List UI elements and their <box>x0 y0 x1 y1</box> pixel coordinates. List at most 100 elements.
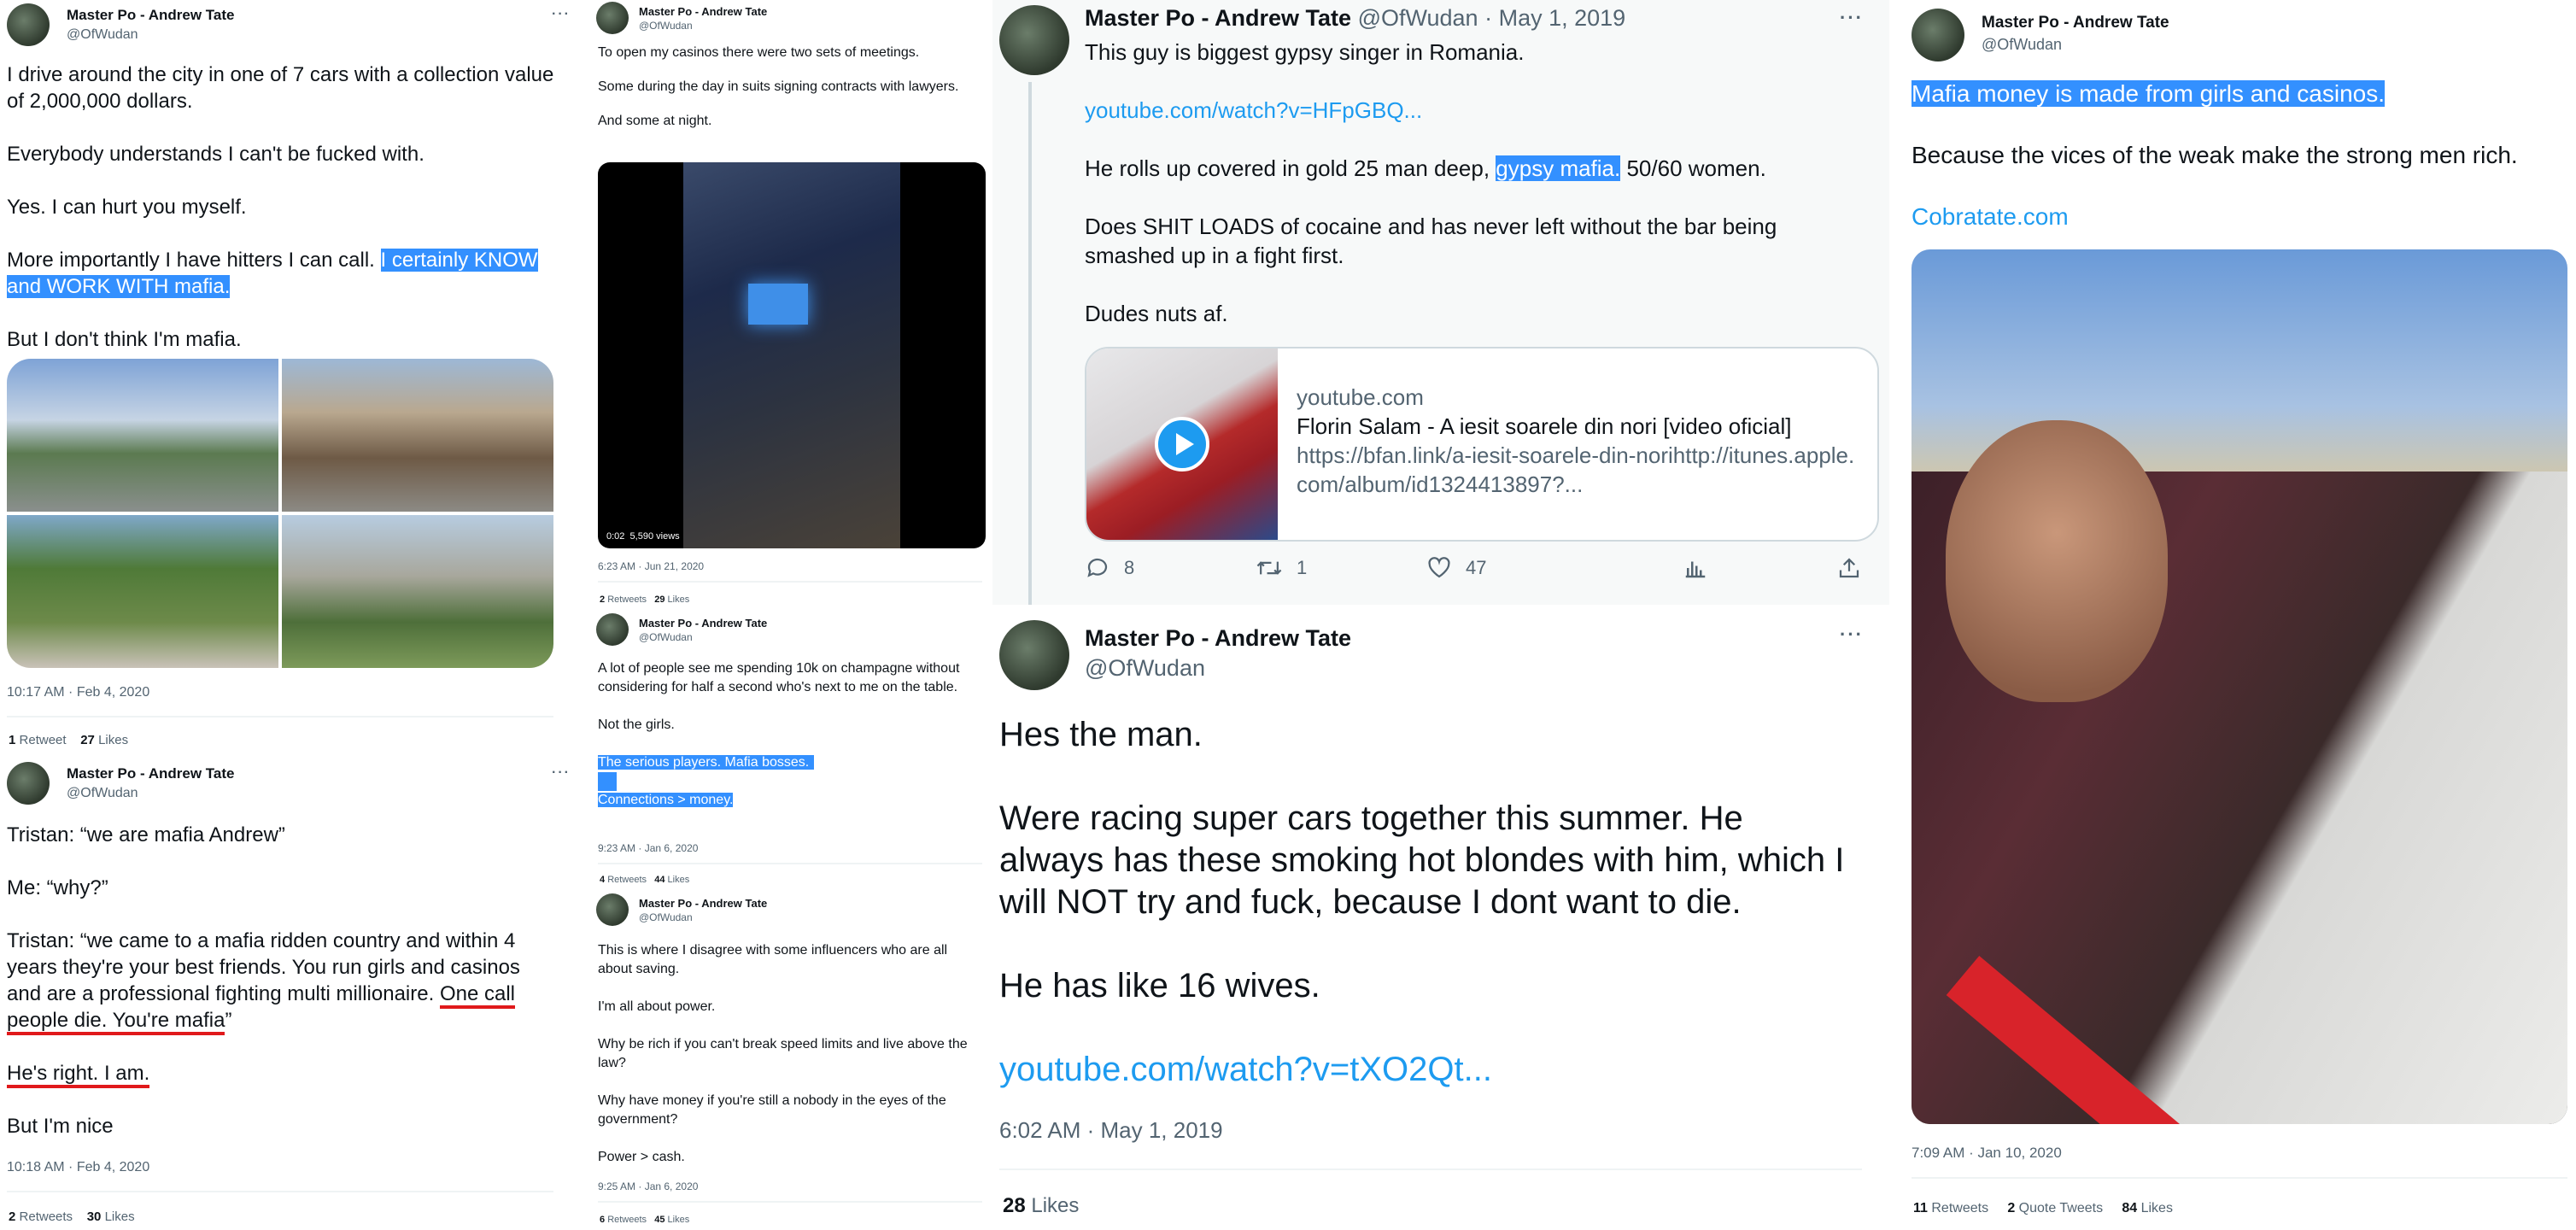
reply-action[interactable]: 8 <box>1085 555 1134 581</box>
retweet-count[interactable]: 2 <box>9 1210 15 1224</box>
analytics-icon[interactable] <box>1683 555 1708 581</box>
avatar[interactable] <box>596 613 629 646</box>
retweet-icon[interactable] <box>1256 555 1283 581</box>
link-preview-card[interactable]: youtube.com Florin Salam - A iesit soare… <box>1085 347 1879 542</box>
play-icon[interactable] <box>1155 417 1209 472</box>
more-icon[interactable]: ··· <box>552 7 571 22</box>
author-handle[interactable]: @OfWudan <box>1085 655 1351 682</box>
tweet-text: Everybody understands I can't be fucked … <box>7 143 424 166</box>
selfie-photo[interactable] <box>1912 249 2567 1124</box>
author-name[interactable]: Master Po - Andrew Tate <box>639 897 989 910</box>
more-icon[interactable]: ··· <box>552 765 571 781</box>
author-name[interactable]: Master Po - Andrew Tate <box>639 617 989 630</box>
author-name[interactable]: Master Po - Andrew Tate <box>1085 625 1351 652</box>
more-icon[interactable]: ··· <box>1840 624 1864 646</box>
youtube-link[interactable]: youtube.com/watch?v=tXO2Qt... <box>999 1049 1853 1091</box>
like-label[interactable]: Likes <box>1031 1194 1079 1217</box>
author-handle[interactable]: @OfWudan <box>67 786 552 801</box>
photo-garden[interactable] <box>7 515 278 668</box>
like-label[interactable]: Likes <box>668 594 690 605</box>
retweet-count[interactable]: 6 <box>600 1215 605 1225</box>
analytics-action[interactable] <box>1683 555 1708 581</box>
avatar[interactable] <box>7 3 50 46</box>
author-handle[interactable]: @OfWudan <box>639 631 989 643</box>
action-bar: 8 1 47 <box>1085 555 1879 589</box>
like-action[interactable]: 47 <box>1426 555 1486 581</box>
youtube-link[interactable]: youtube.com/watch?v=HFpGBQ... <box>1085 96 1853 125</box>
author-handle[interactable]: @OfWudan <box>639 20 989 32</box>
video-player[interactable]: 0:02 5,590 views <box>598 162 986 548</box>
tweet-stats: 6 Retweets 45 Likes <box>600 1215 689 1225</box>
retweet-count[interactable]: 1 <box>9 733 15 747</box>
tweet-stats: 11 Retweets 2 Quote Tweets 84 Likes <box>1913 1201 2173 1216</box>
author-name[interactable]: Master Po - Andrew Tate <box>1085 5 1351 31</box>
reply-icon[interactable] <box>1085 555 1110 581</box>
avatar[interactable] <box>999 620 1069 690</box>
tweet-timestamp[interactable]: 6:02 AM · May 1, 2019 <box>999 1117 1223 1144</box>
retweet-count[interactable]: 4 <box>600 875 605 885</box>
author-name[interactable]: Master Po - Andrew Tate <box>1982 14 2561 32</box>
tweet-timestamp[interactable]: 9:25 AM · Jan 6, 2020 <box>598 1180 698 1192</box>
more-icon[interactable]: ··· <box>1840 7 1864 29</box>
website-link[interactable]: Cobratate.com <box>1912 202 2569 232</box>
avatar[interactable] <box>7 762 50 805</box>
video-views: 5,590 views <box>629 531 680 542</box>
photo-castle[interactable] <box>282 359 553 512</box>
tweet-text: Some during the day in suits signing con… <box>598 79 959 94</box>
retweet-action[interactable]: 1 <box>1256 555 1307 581</box>
quote-count[interactable]: 2 <box>2007 1201 2015 1215</box>
author-handle[interactable]: @OfWudan <box>639 911 989 923</box>
author-name[interactable]: Master Po - Andrew Tate <box>67 765 552 782</box>
like-count[interactable]: 84 <box>2122 1201 2137 1215</box>
avatar[interactable] <box>596 893 629 926</box>
retweet-label[interactable]: Retweets <box>20 1210 73 1224</box>
retweet-label[interactable]: Retweet <box>20 733 67 747</box>
retweet-count[interactable]: 11 <box>1913 1201 1928 1215</box>
heart-icon[interactable] <box>1426 555 1452 581</box>
like-count[interactable]: 30 <box>87 1210 102 1224</box>
retweet-label[interactable]: Retweets <box>607 1215 647 1225</box>
retweet-label[interactable]: Retweets <box>607 875 647 885</box>
tweet-timestamp[interactable]: 7:09 AM · Jan 10, 2020 <box>1912 1145 2062 1162</box>
quote-label[interactable]: Quote Tweets <box>2019 1201 2103 1215</box>
author-handle[interactable]: @OfWudan <box>1358 5 1478 31</box>
tweet-stats: 28 Likes <box>1003 1194 1079 1218</box>
author-handle[interactable]: @OfWudan <box>67 27 552 43</box>
tweet-text-part: 50/60 women. <box>1620 155 1766 181</box>
like-label[interactable]: Likes <box>105 1210 135 1224</box>
avatar[interactable] <box>999 5 1069 75</box>
author-name[interactable]: Master Po - Andrew Tate <box>67 7 552 24</box>
tweet-timestamp[interactable]: 6:23 AM · Jun 21, 2020 <box>598 560 704 572</box>
tweet-timestamp[interactable]: 10:17 AM · Feb 4, 2020 <box>7 685 149 700</box>
tweet-text: I'm all about power. <box>598 999 716 1014</box>
retweet-count[interactable]: 2 <box>600 594 605 605</box>
tweet-panel-tristan: Master Po - Andrew Tate @OfWudan ··· Tri… <box>0 762 581 1230</box>
retweet-label[interactable]: Retweets <box>607 594 647 605</box>
like-count[interactable]: 45 <box>654 1215 664 1225</box>
share-icon[interactable] <box>1836 555 1862 581</box>
share-action[interactable] <box>1836 555 1862 581</box>
tweet-timestamp[interactable]: 10:18 AM · Feb 4, 2020 <box>7 1160 149 1175</box>
avatar[interactable] <box>1912 9 1964 62</box>
retweet-label[interactable]: Retweets <box>1931 1201 1988 1215</box>
tweet-panel-singer: Master Po - Andrew Tate @OfWudan · May 1… <box>992 0 1889 605</box>
video-time: 0:02 <box>606 531 625 542</box>
like-label[interactable]: Likes <box>2141 1201 2173 1215</box>
author-handle[interactable]: @OfWudan <box>1982 36 2561 54</box>
like-label[interactable]: Likes <box>98 733 128 747</box>
author-name[interactable]: Master Po - Andrew Tate <box>639 5 989 18</box>
highlight-gap <box>598 772 984 791</box>
like-count[interactable]: 44 <box>654 875 664 885</box>
like-label[interactable]: Likes <box>668 875 690 885</box>
photo-palace[interactable] <box>282 515 553 668</box>
like-count[interactable]: 28 <box>1003 1194 1026 1217</box>
tweet-date[interactable]: May 1, 2019 <box>1499 5 1626 31</box>
tweet-body: This is where I disagree with some influ… <box>598 941 984 1167</box>
like-count[interactable]: 27 <box>80 733 95 747</box>
avatar[interactable] <box>596 2 629 34</box>
tweet-text: He rolls up covered in gold 25 man deep,… <box>1085 154 1853 183</box>
tweet-timestamp[interactable]: 9:23 AM · Jan 6, 2020 <box>598 842 698 854</box>
like-count[interactable]: 29 <box>654 594 664 605</box>
like-label[interactable]: Likes <box>668 1215 690 1225</box>
photo-sports-car[interactable] <box>7 359 278 512</box>
